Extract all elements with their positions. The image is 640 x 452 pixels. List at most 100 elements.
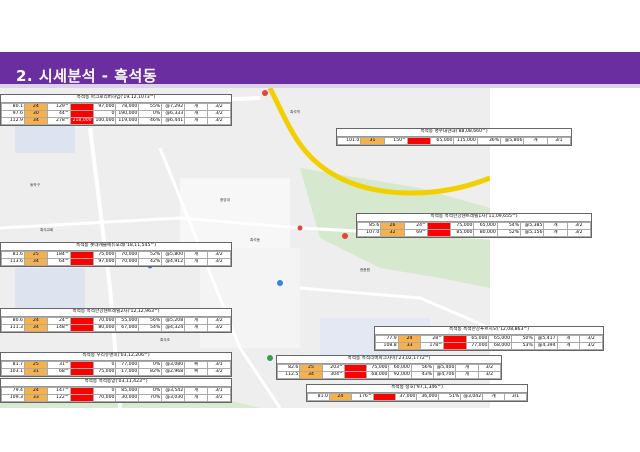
gap-price: 17,000 [115, 368, 140, 376]
jeonse-ratio: 0% [138, 361, 163, 369]
price-per-pyeong: @3,542 [161, 387, 186, 395]
jeonse-price: 75,000 [450, 222, 475, 230]
households: 178^ [420, 342, 445, 350]
jeonse-price: 85,000 [450, 229, 475, 237]
table-row: 108.8 33 178^ 77,000 68,000 53% @4,394 개 3/2 [375, 342, 603, 350]
room-bath: 3/2 [579, 342, 603, 350]
listing-box: 흑석동 명수대현대('88,08,660^) 101.0 31 150^ 65,000… [336, 128, 572, 146]
price-cell [69, 110, 94, 118]
households: 28^ [420, 335, 445, 343]
households: 150^ [383, 137, 408, 145]
jeonse-ratio: 56% [138, 317, 163, 325]
table-row: 101.0 31 150^ 65,000 115,000 36% @5,806 개 3/1 [336, 137, 572, 145]
price-per-pyeong: @4,706 [433, 371, 457, 379]
price-cell [69, 251, 94, 259]
listing-title: 흑석동 흑석한강푸르지오('12,08,863^) [375, 327, 603, 335]
jeonse-price: 65,000 [465, 335, 490, 343]
jeonse-ratio: 0% [138, 387, 163, 395]
map-pin-icon[interactable] [342, 233, 348, 239]
price-cell [69, 361, 94, 369]
area-pyeong: 34 [23, 324, 48, 332]
room-bath: 3/2 [477, 371, 502, 379]
gap-price: 190,000 [115, 110, 140, 118]
listing-box: 흑석동 흑석리버파크자이('23,02,1772^) 82.6 25 203^ 75,… [276, 355, 502, 380]
jeonse-ratio: 43% [410, 371, 435, 379]
jeonse-price: 77,000 [465, 342, 490, 350]
price-per-pyeong: @3,080 [161, 361, 186, 369]
jeonse-ratio: 46% [138, 117, 163, 125]
price-per-pyeong: @5,385 [520, 222, 545, 230]
price-cell [406, 137, 432, 145]
price-per-pyeong: @5,800 [161, 251, 186, 259]
gap-price: 78,000 [115, 103, 140, 111]
jeonse-ratio: 55% [138, 103, 163, 111]
listing-table: 80.1 24 129^ 97,000 78,000 55% @7,292 개 3/2 97.6… [1, 103, 231, 125]
gap-price: 55,000 [115, 317, 140, 325]
price-cell [69, 317, 94, 325]
room-bath: 3/1 [504, 393, 527, 401]
listing-box: 흑석동 청호('97,1,346^) 81.0 24 176^ 37,000 36,00… [306, 384, 528, 402]
layout-type: 개 [556, 342, 581, 350]
layout-type: 개 [556, 335, 581, 343]
listing-box: 흑석동 흑석한강센트레빌2차('12,12,963^) 80.6 24 24^ 70,… [0, 308, 232, 333]
price-cell [343, 371, 368, 379]
listing-table: 79.4 24 147^ 0 85,000 0% @3,542 개 3/1 109.3 33 122… [1, 387, 231, 402]
price-cell [69, 324, 94, 332]
table-row: 97.6 30 44^ 0 190,000 0% @6,333 개 3/2 [1, 110, 231, 118]
listing-table: 80.6 24 24^ 70,000 55,000 56% @5,208 개 3/2 111.3… [1, 317, 231, 332]
households: 24^ [46, 317, 71, 325]
jeonse-ratio: 56% [410, 364, 435, 372]
jeonse-price: 0 [92, 387, 117, 395]
price-per-pyeong: @4,324 [161, 324, 186, 332]
area-m2: 79.4 [1, 387, 25, 395]
gap-price: 36,000 [416, 393, 440, 401]
listing-table: 77.9 24 28^ 65,000 65,000 50% @5,417 개 3/2 108.8… [375, 335, 603, 350]
jeonse-ratio: 82% [138, 368, 163, 376]
price-per-pyeong: @5,400 [433, 364, 457, 372]
area-pyeong: 25 [23, 361, 48, 369]
area-pyeong: 34 [23, 117, 48, 125]
gap-price: 85,000 [115, 387, 140, 395]
listing-title: 흑석동 흑석한강센트레빌2차('12,12,963^) [1, 309, 231, 317]
jeonse-price: 75,000 [92, 251, 117, 259]
map-label: 중앙대 [220, 198, 230, 202]
jeonse-price: 70,000 [92, 394, 117, 402]
jeonse-price: 97,000 [92, 258, 117, 266]
price-per-pyeong: @2,968 [161, 368, 186, 376]
area-pyeong: 32 [380, 229, 405, 237]
room-bath: 3/2 [207, 394, 231, 402]
listing-box: 흑석동 흑석한강센트레빌1차('11,09,655^) 85.6 26 24^ 75,… [356, 213, 592, 238]
room-bath: 3/2 [477, 364, 502, 372]
gap-price: 30,000 [115, 394, 140, 402]
area-pyeong: 31 [23, 368, 48, 376]
map-pin-icon[interactable] [297, 225, 303, 231]
room-bath: 3/2 [579, 335, 603, 343]
map-pin-icon[interactable] [267, 355, 273, 361]
room-bath: 3/1 [207, 387, 231, 395]
layout-type: 개 [455, 371, 479, 379]
price-per-pyeong: @6,441 [161, 117, 186, 125]
room-bath: 3/2 [207, 324, 231, 332]
map-label: 현충원 [360, 268, 370, 272]
table-row: 107.0 32 69^ 85,000 80,000 52% @5,156 개 3/2 [356, 229, 592, 237]
map-label: 흑석교회 [40, 228, 54, 232]
jeonse-price: 68,000 [366, 371, 390, 379]
map-pin-icon[interactable] [277, 280, 283, 286]
layout-type: 개 [184, 387, 209, 395]
room-bath: 3/1 [546, 137, 572, 145]
listing-title: 흑석동 롯데캐슬에듀포레('18,11,545^) [1, 243, 231, 251]
area-m2: 107.0 [356, 229, 382, 237]
jeonse-ratio: 42% [138, 258, 163, 266]
table-row: 113.6 34 64^ 97,000 70,000 42% @4,912 개 3/2 [1, 258, 231, 266]
gap-price: 92,000 [388, 371, 412, 379]
map-pin-icon[interactable] [262, 90, 268, 96]
area-pyeong: 24 [23, 317, 48, 325]
layout-type: 개 [184, 110, 209, 118]
area-m2: 112.9 [1, 117, 25, 125]
table-row: 81.7 25 31^ 0 77,000 0% @3,080 복 3/1 [1, 361, 231, 369]
area-pyeong: 33 [23, 394, 48, 402]
layout-type: 개 [455, 364, 479, 372]
area-pyeong: 24 [23, 387, 48, 395]
listing-title: 흑석동 아크로리버하임('19.12,1073^) [1, 95, 231, 103]
layout-type: 개 [184, 258, 209, 266]
